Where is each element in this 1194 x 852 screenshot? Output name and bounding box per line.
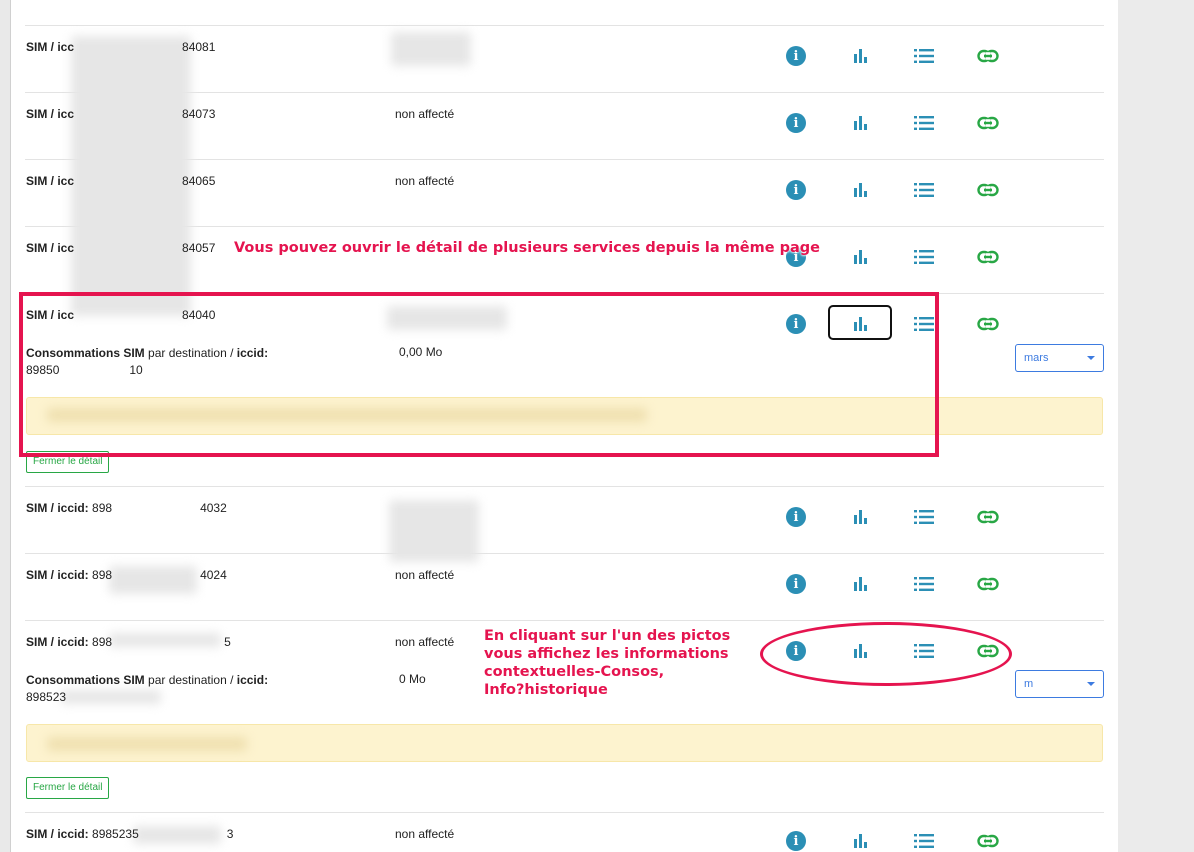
- link-icon[interactable]: [977, 830, 999, 852]
- sim-status: non affecté: [395, 107, 455, 121]
- list-icon[interactable]: [913, 246, 935, 268]
- sim-label: SIM / icc 84081: [26, 40, 216, 54]
- redaction-blur: [47, 737, 247, 751]
- row-divider: [25, 812, 1104, 813]
- chevron-down-icon: [1087, 356, 1095, 360]
- month-select[interactable]: m: [1015, 670, 1104, 698]
- info-icon[interactable]: i: [785, 506, 807, 528]
- annotation-rectangle: [19, 292, 939, 457]
- link-icon[interactable]: [977, 506, 999, 528]
- row-divider: [25, 25, 1104, 26]
- sim-label: SIM / iccid: 898 5: [26, 635, 231, 649]
- bar-chart-icon[interactable]: [849, 179, 871, 201]
- annotation-bottom: En cliquant sur l'un des pictos vous aff…: [484, 627, 730, 699]
- list-icon[interactable]: [913, 830, 935, 852]
- sim-label: SIM / iccid: 8985235 3: [26, 827, 234, 841]
- sim-label: SIM / icc 84057: [26, 241, 216, 255]
- link-icon[interactable]: [977, 45, 999, 67]
- row-divider: [25, 620, 1104, 621]
- link-icon[interactable]: [977, 573, 999, 595]
- info-alert: [26, 724, 1103, 762]
- redaction-blur: [389, 500, 479, 562]
- month-select[interactable]: mars: [1015, 344, 1104, 372]
- list-icon[interactable]: [913, 506, 935, 528]
- annotation-line: Info?historique: [484, 682, 608, 698]
- list-icon[interactable]: [913, 112, 935, 134]
- consumption-detail: Consommations SIM par destination / icci…: [26, 673, 269, 704]
- link-icon[interactable]: [977, 313, 999, 335]
- link-icon[interactable]: [977, 246, 999, 268]
- list-icon[interactable]: [913, 45, 935, 67]
- annotation-ellipse: [760, 622, 1012, 686]
- row-divider: [25, 486, 1104, 487]
- sim-label: SIM / iccid: 898 4024: [26, 568, 227, 582]
- bar-chart-icon[interactable]: [849, 830, 871, 852]
- annotation-line: contextuelles-Consos,: [484, 664, 665, 680]
- list-icon[interactable]: [913, 179, 935, 201]
- sim-status: non affecté: [395, 635, 455, 649]
- info-icon[interactable]: i: [785, 179, 807, 201]
- annotation-top: Vous pouvez ouvrir le détail de plusieur…: [234, 240, 821, 256]
- link-icon[interactable]: [977, 179, 999, 201]
- info-icon[interactable]: i: [785, 112, 807, 134]
- page-scrollbar[interactable]: [1118, 0, 1194, 852]
- consumption-value: 0 Mo: [399, 672, 426, 686]
- info-icon[interactable]: i: [785, 830, 807, 852]
- bar-chart-icon[interactable]: [849, 506, 871, 528]
- detail-iccid: 898523: [26, 690, 67, 704]
- sim-label: SIM / iccid: 898 4032: [26, 501, 227, 515]
- info-icon[interactable]: i: [785, 45, 807, 67]
- sim-status: non affecté: [395, 568, 455, 582]
- sim-status: non affecté: [395, 174, 455, 188]
- annotation-line: En cliquant sur l'un des pictos: [484, 628, 731, 644]
- sim-status: non affecté: [395, 827, 455, 841]
- sim-label: SIM / icc 84073: [26, 107, 216, 121]
- redaction-blur: [391, 32, 471, 66]
- info-icon[interactable]: i: [785, 573, 807, 595]
- annotation-line: vous affichez les informations: [484, 646, 729, 662]
- bar-chart-icon[interactable]: [849, 112, 871, 134]
- list-icon[interactable]: [913, 573, 935, 595]
- chevron-down-icon: [1087, 682, 1095, 686]
- sim-label: SIM / icc 84065: [26, 174, 216, 188]
- bar-chart-icon[interactable]: [849, 573, 871, 595]
- row-divider: [25, 553, 1104, 554]
- bar-chart-icon[interactable]: [849, 45, 871, 67]
- link-icon[interactable]: [977, 112, 999, 134]
- close-detail-button[interactable]: Fermer le détail: [26, 777, 110, 799]
- bar-chart-icon[interactable]: [849, 246, 871, 268]
